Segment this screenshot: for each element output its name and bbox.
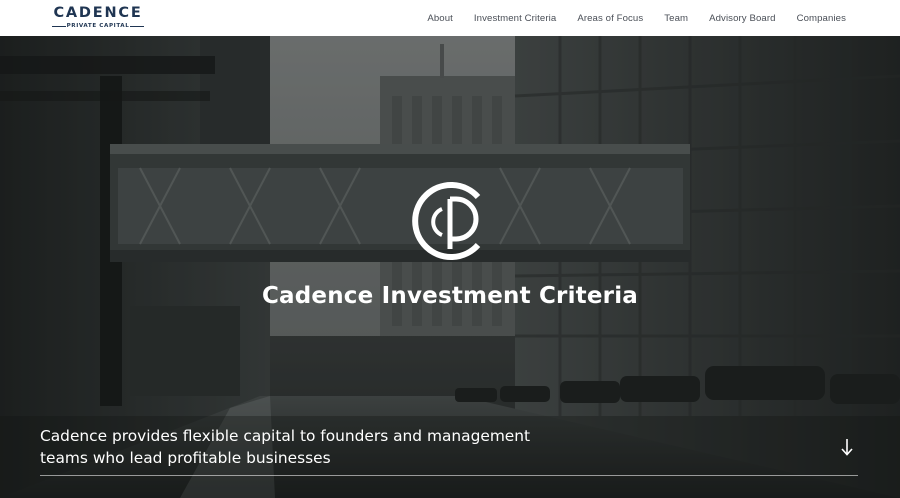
logo-rule-left xyxy=(52,26,66,27)
nav-link-about[interactable]: About xyxy=(427,13,453,24)
hero-tagline-line-1: Cadence provides flexible capital to fou… xyxy=(40,427,531,445)
site-header: CADENCE PRIVATE CAPITAL About Investment… xyxy=(0,0,900,36)
cadence-cp-monogram-icon xyxy=(412,182,481,260)
nav-link-advisory-board[interactable]: Advisory Board xyxy=(709,13,775,24)
logo-rule-right xyxy=(130,26,144,27)
hero-tagline-line-2: teams who lead profitable businesses xyxy=(40,449,331,467)
nav-link-companies[interactable]: Companies xyxy=(797,13,846,24)
hero-divider xyxy=(40,475,858,476)
hero-section: Cadence Investment Criteria Cadence prov… xyxy=(0,36,900,498)
nav-link-areas-of-focus[interactable]: Areas of Focus xyxy=(577,13,643,24)
logo-wordmark: CADENCE xyxy=(53,5,143,21)
cadence-logo[interactable]: CADENCE PRIVATE CAPITAL xyxy=(52,5,144,31)
nav-link-team[interactable]: Team xyxy=(664,13,688,24)
arrow-down-icon[interactable] xyxy=(838,436,856,458)
logo-subline: PRIVATE CAPITAL xyxy=(52,22,144,31)
hero-title: Cadence Investment Criteria xyxy=(261,283,639,309)
hero-tagline: Cadence provides flexible capital to fou… xyxy=(40,425,560,469)
main-nav: About Investment Criteria Areas of Focus… xyxy=(427,0,846,36)
nav-link-investment-criteria[interactable]: Investment Criteria xyxy=(474,13,556,24)
